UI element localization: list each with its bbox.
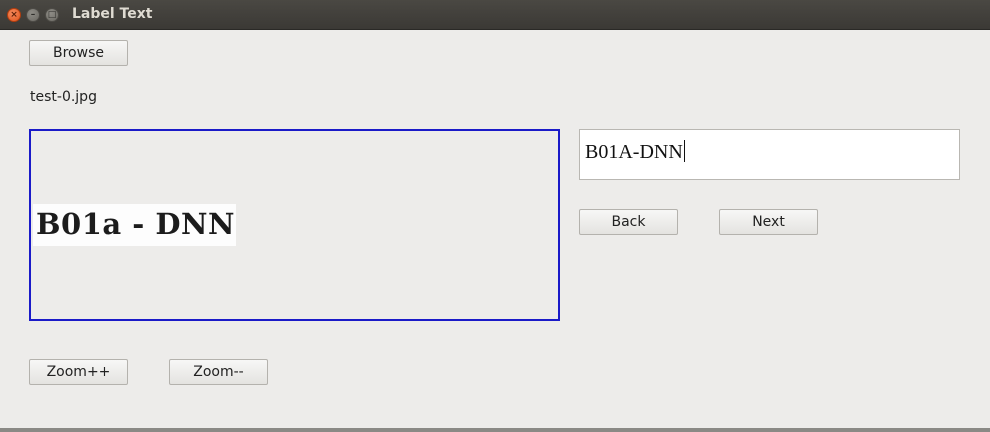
close-window-icon[interactable]: × bbox=[7, 8, 21, 22]
text-caret bbox=[683, 140, 685, 162]
zoom-in-button[interactable]: Zoom++ bbox=[29, 359, 128, 385]
back-button[interactable]: Back bbox=[579, 209, 678, 235]
label-input-value: B01A-DNN bbox=[585, 141, 683, 163]
minimize-window-icon[interactable]: – bbox=[26, 8, 40, 22]
file-name-label: test-0.jpg bbox=[30, 89, 97, 105]
maximize-window-icon[interactable]: □ bbox=[45, 8, 59, 22]
title-bar: × – □ Label Text bbox=[0, 0, 990, 30]
label-text-input[interactable]: B01A-DNN bbox=[579, 129, 960, 180]
zoom-out-button[interactable]: Zoom-- bbox=[169, 359, 268, 385]
cropped-text-image: B01a - DNN bbox=[33, 204, 236, 246]
browse-button[interactable]: Browse bbox=[29, 40, 128, 66]
next-button[interactable]: Next bbox=[719, 209, 818, 235]
image-text: B01a - DNN bbox=[36, 207, 236, 241]
image-preview-frame: B01a - DNN bbox=[29, 129, 560, 321]
window-title: Label Text bbox=[72, 6, 153, 22]
window-bottom-edge bbox=[0, 428, 990, 432]
